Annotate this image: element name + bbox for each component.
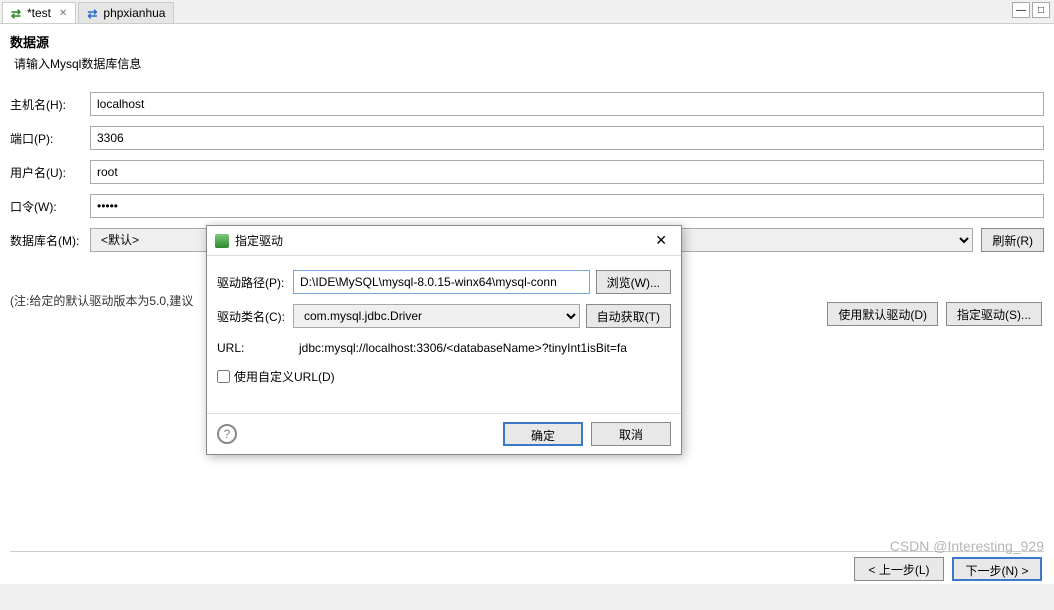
dialog-title-text: 指定驱动 [235, 232, 283, 249]
tab-label: phpxianhua [103, 6, 165, 20]
maximize-button[interactable]: □ [1032, 2, 1050, 18]
port-row: 端口(P): [10, 126, 1044, 150]
password-row: 口令(W): [10, 194, 1044, 218]
close-icon[interactable]: ✕ [649, 232, 673, 249]
ok-button[interactable]: 确定 [503, 422, 583, 446]
host-label: 主机名(H): [10, 96, 90, 113]
user-label: 用户名(U): [10, 164, 90, 181]
host-row: 主机名(H): [10, 92, 1044, 116]
user-row: 用户名(U): [10, 160, 1044, 184]
watermark: CSDN @Interesting_929 [890, 538, 1044, 554]
specify-driver-dialog: 指定驱动 ✕ 驱动路径(P): 浏览(W)... 驱动类名(C): com.my… [206, 225, 682, 455]
editor-tabs: ⇄ *test ✕ ⇄ phpxianhua — □ [0, 0, 1054, 24]
auto-fetch-button[interactable]: 自动获取(T) [586, 304, 671, 328]
driver-class-label: 驱动类名(C): [217, 308, 287, 325]
dialog-icon [215, 234, 229, 248]
custom-url-row: 使用自定义URL(D) [217, 368, 671, 385]
window-controls: — □ [1012, 2, 1050, 18]
url-label: URL: [217, 341, 287, 355]
use-default-driver-button[interactable]: 使用默认驱动(D) [827, 302, 938, 326]
section-title: 数据源 [10, 32, 1044, 51]
tab-test[interactable]: ⇄ *test ✕ [2, 2, 76, 23]
driver-path-input[interactable] [293, 270, 590, 294]
file-icon: ⇄ [87, 7, 99, 19]
close-icon[interactable]: ✕ [59, 8, 67, 19]
tab-label: *test [27, 6, 51, 20]
section-subtitle: 请输入Mysql数据库信息 [10, 55, 1044, 72]
database-label: 数据库名(M): [10, 232, 90, 249]
cancel-button[interactable]: 取消 [591, 422, 671, 446]
minimize-button[interactable]: — [1012, 2, 1030, 18]
port-input[interactable] [90, 126, 1044, 150]
dialog-footer: ? 确定 取消 [207, 413, 681, 454]
password-label: 口令(W): [10, 198, 90, 215]
url-row: URL: jdbc:mysql://localhost:3306/<databa… [217, 338, 671, 358]
driver-path-label: 驱动路径(P): [217, 274, 287, 291]
driver-class-select[interactable]: com.mysql.jdbc.Driver [293, 304, 580, 328]
browse-button[interactable]: 浏览(W)... [596, 270, 671, 294]
custom-url-checkbox[interactable] [217, 370, 230, 383]
help-icon[interactable]: ? [217, 424, 237, 444]
port-label: 端口(P): [10, 130, 90, 147]
next-button[interactable]: 下一步(N) > [952, 557, 1042, 581]
wizard-buttons: < 上一步(L) 下一步(N) > [854, 557, 1042, 581]
back-button[interactable]: < 上一步(L) [854, 557, 944, 581]
refresh-button[interactable]: 刷新(R) [981, 228, 1044, 252]
tab-phpxianhua[interactable]: ⇄ phpxianhua [78, 2, 174, 23]
custom-url-label: 使用自定义URL(D) [234, 368, 335, 385]
dialog-body: 驱动路径(P): 浏览(W)... 驱动类名(C): com.mysql.jdb… [207, 256, 681, 413]
password-input[interactable] [90, 194, 1044, 218]
driver-path-row: 驱动路径(P): 浏览(W)... [217, 270, 671, 294]
dialog-titlebar: 指定驱动 ✕ [207, 226, 681, 256]
driver-class-row: 驱动类名(C): com.mysql.jdbc.Driver 自动获取(T) [217, 304, 671, 328]
user-input[interactable] [90, 160, 1044, 184]
host-input[interactable] [90, 92, 1044, 116]
specify-driver-button[interactable]: 指定驱动(S)... [946, 302, 1042, 326]
url-value: jdbc:mysql://localhost:3306/<databaseNam… [293, 338, 671, 358]
file-icon: ⇄ [11, 7, 23, 19]
driver-buttons: 使用默认驱动(D) 指定驱动(S)... [827, 302, 1042, 326]
